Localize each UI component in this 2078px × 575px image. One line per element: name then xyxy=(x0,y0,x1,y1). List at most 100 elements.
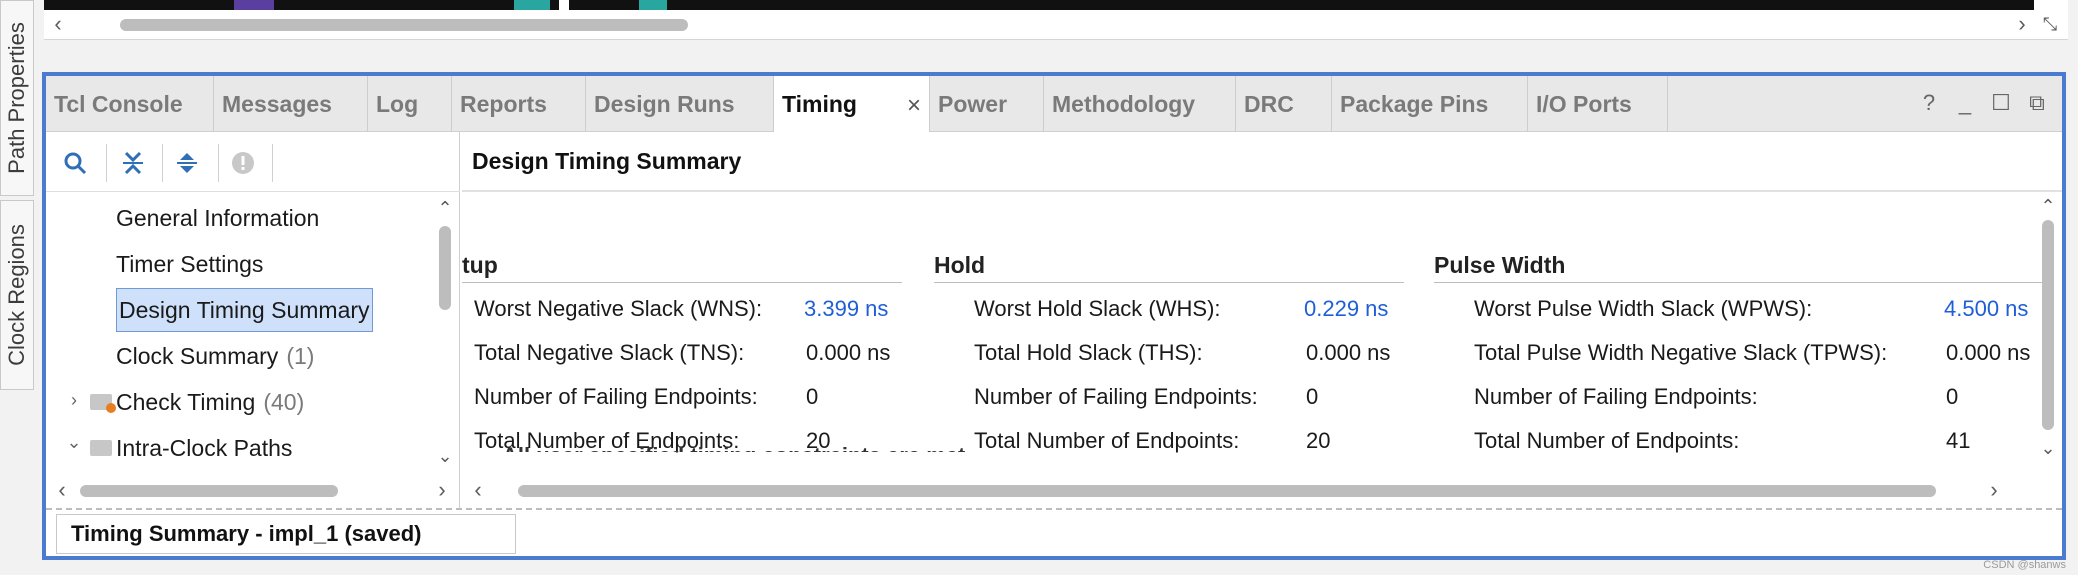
search-icon[interactable] xyxy=(58,146,92,180)
scroll-right-icon[interactable]: › xyxy=(430,478,454,502)
watermark: CSDN @shanws xyxy=(1983,559,2066,571)
tree-item-label: General Information xyxy=(116,204,320,231)
tab-io-ports[interactable]: I/O Ports xyxy=(1528,76,1668,132)
window-controls: ? _ ☐ ⧉ xyxy=(1918,90,2048,116)
tree-item-label: Timer Settings xyxy=(116,250,264,277)
tab-label: Timing xyxy=(782,91,857,117)
metric-value: 0.000 ns xyxy=(1946,340,2031,365)
toolbar-divider xyxy=(272,144,273,182)
tree-item-label: Clock Summary xyxy=(116,342,279,369)
tree-item-count: (40) xyxy=(263,388,305,415)
tree-hscrollbar[interactable]: ‹ › xyxy=(46,478,459,502)
side-tab-clock-regions[interactable]: Clock Regions xyxy=(0,200,34,390)
metric-label: Total Number of Endpoints: xyxy=(974,428,1240,453)
tree-item-check-timing[interactable]: Check Timing (40) xyxy=(116,380,304,424)
device-hscrollbar[interactable]: ‹ › ⤡ xyxy=(44,12,2068,36)
scroll-thumb[interactable] xyxy=(120,19,688,31)
scroll-down-icon[interactable]: ⌄ xyxy=(2036,436,2060,460)
float-icon[interactable]: ⧉ xyxy=(2026,90,2048,116)
minimize-icon[interactable]: _ xyxy=(1954,90,1976,116)
scroll-down-icon[interactable]: ⌄ xyxy=(433,444,457,468)
device-canvas[interactable] xyxy=(44,0,2034,10)
folder-warning-icon xyxy=(90,394,116,413)
canvas-block xyxy=(639,0,667,10)
tab-label: Methodology xyxy=(1052,90,1196,117)
scroll-thumb[interactable] xyxy=(2042,220,2054,430)
scroll-right-icon[interactable]: › xyxy=(2010,12,2034,36)
side-tab-strip: Path Properties Clock Regions xyxy=(0,0,36,575)
toolbar-divider xyxy=(106,144,107,182)
timing-window: Tcl Console Messages Log Reports Design … xyxy=(42,72,2066,560)
tab-label: Reports xyxy=(460,90,547,117)
toolbar-divider xyxy=(162,144,163,182)
report-nav-pane: General Information Timer Settings Desig… xyxy=(46,132,460,508)
wns-value-link[interactable]: 3.399 ns xyxy=(804,296,888,322)
status-separator xyxy=(46,508,2062,510)
tab-label: Package Pins xyxy=(1340,90,1489,117)
maximize-icon[interactable]: ☐ xyxy=(1990,90,2012,116)
tab-drc[interactable]: DRC xyxy=(1236,76,1332,132)
scroll-thumb[interactable] xyxy=(80,485,338,497)
chevron-down-icon[interactable]: ⌄ xyxy=(64,432,84,453)
tab-tcl-console[interactable]: Tcl Console xyxy=(46,76,214,132)
scroll-left-icon[interactable]: ‹ xyxy=(50,478,74,502)
device-view-panel: ‹ › ⤡ xyxy=(44,0,2068,40)
help-icon[interactable]: ? xyxy=(1918,90,1940,116)
chevron-right-icon[interactable]: › xyxy=(64,390,84,411)
scroll-thumb[interactable] xyxy=(439,226,451,310)
metric-label: Number of Failing Endpoints: xyxy=(1474,384,1758,409)
tab-power[interactable]: Power xyxy=(930,76,1044,132)
tab-methodology[interactable]: Methodology xyxy=(1044,76,1236,132)
metric-label: Worst Hold Slack (WHS): xyxy=(974,296,1221,321)
metric-label: Total Number of Endpoints: xyxy=(1474,428,1740,453)
metric-value: 0 xyxy=(1306,384,1319,409)
tab-label: Log xyxy=(376,90,419,117)
tab-bar: Tcl Console Messages Log Reports Design … xyxy=(46,76,2062,133)
tree-item-label: Intra-Clock Paths xyxy=(116,434,293,461)
info-icon[interactable] xyxy=(226,146,260,180)
metric-label: Total Hold Slack (THS): xyxy=(974,340,1203,365)
timing-summary-content: Design Timing Summary tup Worst Negative… xyxy=(462,132,2062,508)
close-icon[interactable]: × xyxy=(907,92,921,120)
scroll-right-icon[interactable]: › xyxy=(1982,478,2006,502)
tab-label: Messages xyxy=(222,90,332,117)
tab-design-runs[interactable]: Design Runs xyxy=(586,76,774,132)
tree-item-general-information[interactable]: General Information xyxy=(116,196,319,240)
tab-log[interactable]: Log xyxy=(368,76,452,132)
metric-label: Total Pulse Width Negative Slack (TPWS): xyxy=(1474,340,1888,365)
report-tree: General Information Timer Settings Desig… xyxy=(46,196,430,460)
scroll-up-icon[interactable]: ⌃ xyxy=(433,196,457,220)
tab-label: Tcl Console xyxy=(54,90,183,117)
tab-reports[interactable]: Reports xyxy=(452,76,586,132)
tree-item-design-timing-summary[interactable]: Design Timing Summary xyxy=(116,288,373,332)
section-heading-pulse-width: Pulse Width xyxy=(1434,252,1566,278)
tree-item-intra-clock-paths[interactable]: Intra-Clock Paths xyxy=(116,426,293,461)
scroll-left-icon[interactable]: ‹ xyxy=(466,478,490,502)
report-status-tab[interactable]: Timing Summary - impl_1 (saved) xyxy=(56,514,516,554)
side-tab-path-properties[interactable]: Path Properties xyxy=(0,0,34,196)
tree-item-timer-settings[interactable]: Timer Settings xyxy=(116,242,263,286)
metric-label: Worst Pulse Width Slack (WPWS): xyxy=(1474,296,1813,321)
metric-value: 20 xyxy=(1306,428,1331,453)
resize-corner-icon[interactable]: ⤡ xyxy=(2038,12,2062,36)
tree-item-label: Design Timing Summary xyxy=(119,296,370,323)
tab-messages[interactable]: Messages xyxy=(214,76,368,132)
metric-value: 41 xyxy=(1946,428,1971,453)
tree-vscrollbar[interactable]: ⌃ ⌄ xyxy=(431,196,459,468)
wpws-value-link[interactable]: 4.500 ns xyxy=(1944,296,2028,322)
warning-dot-icon xyxy=(106,403,116,413)
scroll-up-icon[interactable]: ⌃ xyxy=(2036,194,2060,218)
content-hscrollbar[interactable]: ‹ › xyxy=(462,478,2062,502)
tree-item-label: Check Timing xyxy=(116,388,256,415)
tab-package-pins[interactable]: Package Pins xyxy=(1332,76,1528,132)
collapse-all-icon[interactable] xyxy=(116,146,150,180)
scroll-thumb[interactable] xyxy=(518,485,1936,497)
scroll-left-icon[interactable]: ‹ xyxy=(46,12,70,36)
metric-label: Total Negative Slack (TNS): xyxy=(474,340,745,365)
tree-item-clock-summary[interactable]: Clock Summary (1) xyxy=(116,334,314,378)
whs-value-link[interactable]: 0.229 ns xyxy=(1304,296,1388,322)
expand-all-icon[interactable] xyxy=(170,146,204,180)
tab-timing[interactable]: Timing × xyxy=(774,76,930,133)
metric-value: 0 xyxy=(1946,384,1959,409)
content-vscrollbar[interactable]: ⌃ ⌄ xyxy=(2034,192,2062,462)
